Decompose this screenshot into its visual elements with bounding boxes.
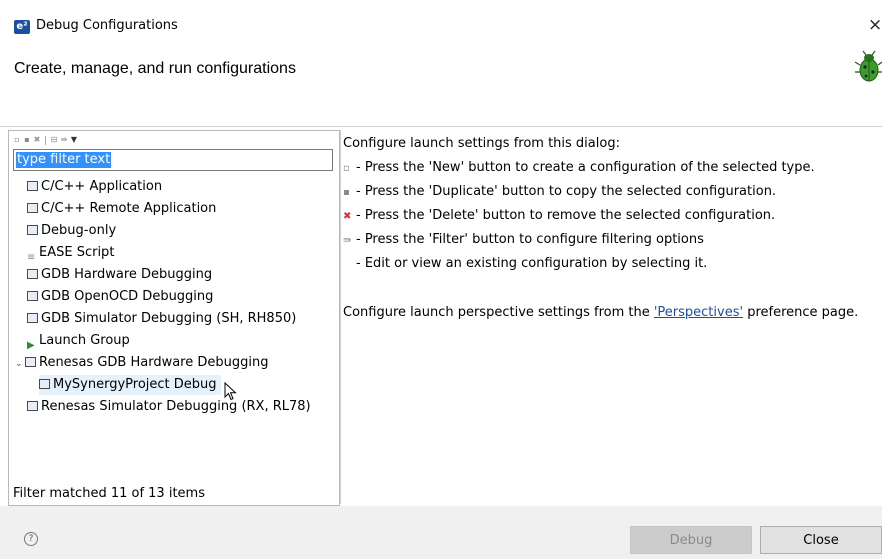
tree-item-c-cpp-application[interactable]: C/C++ Application (27, 177, 162, 197)
tree-item-label: Debug-only (41, 223, 117, 238)
intro-text: Configure launch settings from this dial… (343, 136, 620, 151)
config-icon (27, 400, 38, 411)
perspective-suffix: preference page. (743, 305, 859, 320)
debug-button[interactable]: Debug (630, 526, 752, 554)
config-icon (27, 202, 38, 213)
new-icon: ▫ (343, 163, 350, 174)
tree-item-label: Renesas Simulator Debugging (RX, RL78) (41, 399, 311, 414)
title-bar: e² Debug Configurations × (0, 0, 882, 38)
instructions-panel: Configure launch settings from this dial… (340, 130, 882, 504)
instruction-duplicate: ▪ - Press the 'Duplicate' button to copy … (343, 184, 776, 199)
instruction-delete: ✖ - Press the 'Delete' button to remove t… (343, 208, 775, 223)
app-icon: e² (14, 20, 30, 34)
tree-item-gdb-openocd-debugging[interactable]: GDB OpenOCD Debugging (27, 287, 213, 307)
close-window-button[interactable]: × (868, 15, 882, 35)
duplicate-icon: ▪ (343, 187, 350, 198)
instruction-text: - Press the 'New' button to create a con… (356, 160, 815, 175)
filter-icon: ⇛ (343, 235, 352, 246)
perspectives-link[interactable]: 'Perspectives' (654, 305, 743, 320)
instruction-text: - Edit or view an existing configuration… (356, 256, 708, 271)
instruction-text: - Press the 'Filter' button to configure… (356, 232, 704, 247)
config-icon (27, 290, 38, 301)
tree-item-label: C/C++ Remote Application (41, 201, 217, 216)
instruction-filter: ⇛ - Press the 'Filter' button to configur… (343, 232, 704, 247)
perspective-prefix: Configure launch perspective settings fr… (343, 305, 654, 320)
mouse-pointer-icon (224, 382, 237, 401)
tree-item-label: C/C++ Application (41, 179, 163, 194)
bug-icon (854, 50, 882, 82)
tree-item-label: GDB OpenOCD Debugging (41, 289, 214, 304)
dialog-button-bar: ? Debug Close (0, 506, 882, 559)
instruction-text: - Press the 'Delete' button to remove th… (356, 208, 776, 223)
instruction-text: - Press the 'Duplicate' button to copy t… (356, 184, 777, 199)
launch-icon: ▶ (27, 339, 35, 351)
script-icon: ≡ (27, 251, 36, 263)
chevron-down-icon[interactable]: ⌄ (15, 354, 24, 374)
tree-item-label: EASE Script (39, 245, 115, 260)
new-icon[interactable]: ▫ (13, 136, 21, 144)
filter-input[interactable]: type filter text (13, 149, 333, 171)
config-icon (39, 378, 50, 389)
header-separator (0, 126, 882, 127)
tree-item-label: GDB Hardware Debugging (41, 267, 213, 282)
tree-item-debug-only[interactable]: Debug-only (27, 221, 116, 241)
config-icon (27, 224, 38, 235)
delete-icon[interactable]: ✖ (33, 136, 41, 144)
tree-item-label: GDB Simulator Debugging (SH, RH850) (41, 311, 297, 326)
tree-item-gdb-hardware-debugging[interactable]: GDB Hardware Debugging (27, 265, 212, 285)
dialog-header: Create, manage, and run configurations (0, 38, 882, 126)
menu-dropdown-icon[interactable]: ▼ (70, 136, 78, 144)
config-icon (27, 268, 38, 279)
tree-item-mysynergyproject-debug[interactable]: MySynergyProject Debug (39, 375, 221, 395)
tree-item-label: MySynergyProject Debug (53, 377, 217, 392)
perspective-settings-text: Configure launch perspective settings fr… (343, 305, 858, 320)
delete-icon: ✖ (343, 211, 352, 222)
window-title: Debug Configurations (36, 18, 178, 33)
instruction-edit: - Edit or view an existing configuration… (343, 256, 707, 271)
tree-item-label: Launch Group (39, 333, 130, 348)
tree-item-gdb-simulator-debugging[interactable]: GDB Simulator Debugging (SH, RH850) (27, 309, 296, 329)
tree-toolbar: ▫ ▪ ✖ ⊟ ⇛ ▼ (13, 133, 78, 147)
tree-item-launch-group[interactable]: ▶ Launch Group (27, 331, 130, 351)
help-icon[interactable]: ? (24, 532, 38, 546)
collapse-icon[interactable]: ⊟ (50, 136, 58, 144)
config-icon (27, 180, 38, 191)
config-icon (27, 312, 38, 323)
tree-item-renesas-simulator-debugging[interactable]: Renesas Simulator Debugging (RX, RL78) (27, 397, 311, 417)
toolbar-divider (45, 135, 46, 145)
header-title: Create, manage, and run configurations (14, 60, 296, 77)
tree-item-ease-script[interactable]: ≡ EASE Script (27, 243, 114, 263)
instruction-new: ▫ - Press the 'New' button to create a co… (343, 160, 815, 175)
tree-item-c-cpp-remote-application[interactable]: C/C++ Remote Application (27, 199, 216, 219)
filter-status: Filter matched 11 of 13 items (13, 486, 205, 501)
duplicate-icon[interactable]: ▪ (23, 136, 31, 144)
tree-item-label: Renesas GDB Hardware Debugging (39, 355, 269, 370)
tree-item-renesas-gdb-hardware-debugging[interactable]: ⌄ Renesas GDB Hardware Debugging (15, 353, 268, 373)
filter-text: type filter text (16, 152, 112, 168)
configuration-tree-panel: ▫ ▪ ✖ ⊟ ⇛ ▼ type filter text C/C++ Appli… (8, 130, 340, 506)
filter-icon[interactable]: ⇛ (60, 136, 68, 144)
close-button[interactable]: Close (760, 526, 882, 554)
config-icon (25, 356, 36, 367)
